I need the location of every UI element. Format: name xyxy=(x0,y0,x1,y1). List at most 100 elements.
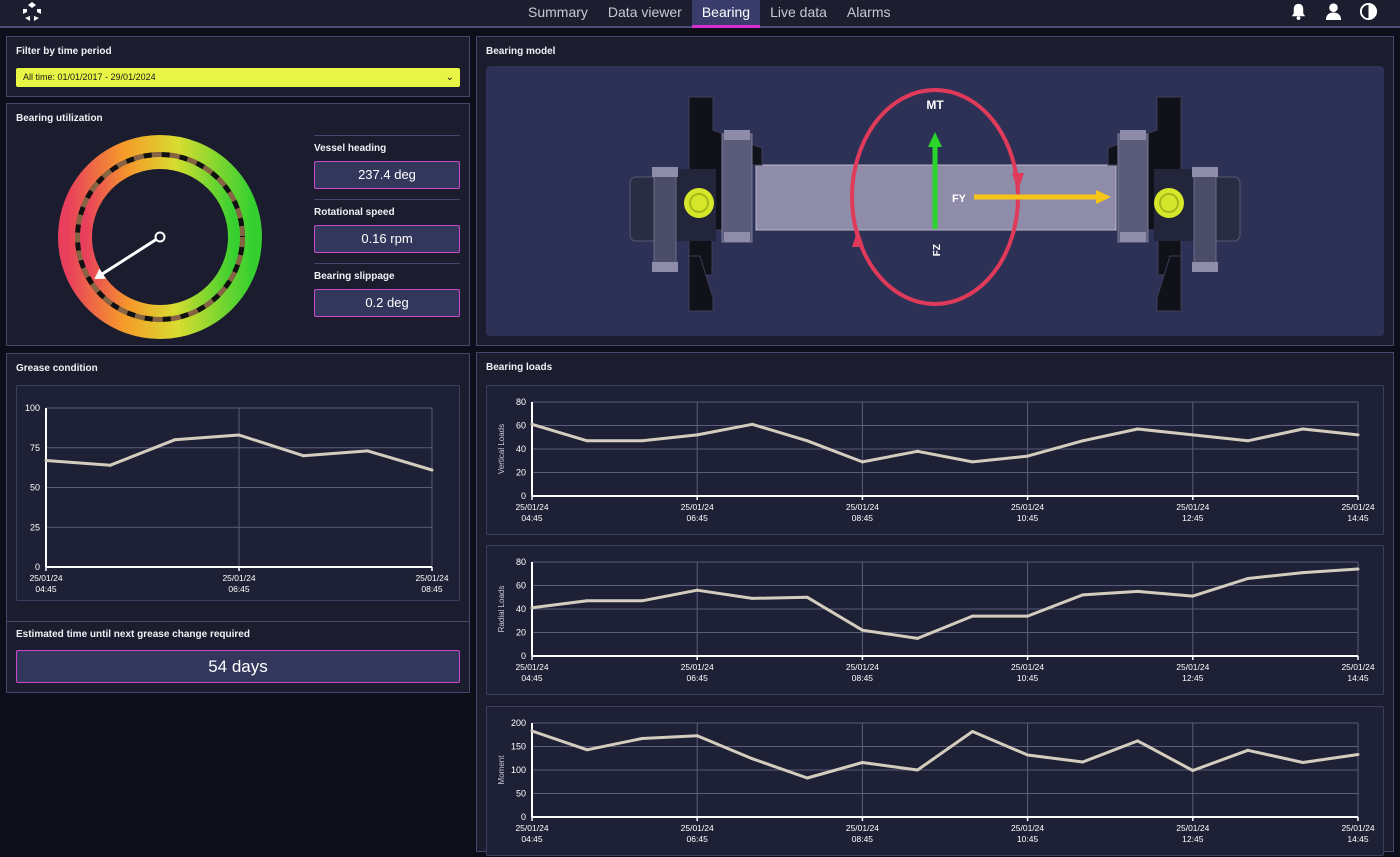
y-tick-label: 20 xyxy=(516,468,526,478)
data-point xyxy=(1136,427,1140,431)
filter-panel: Filter by time period All time: 01/01/20… xyxy=(6,36,470,97)
data-point xyxy=(1081,593,1085,597)
y-tick-label: 25 xyxy=(30,522,40,532)
data-point xyxy=(530,606,534,610)
x-tick-label: 06:45 xyxy=(687,673,709,683)
tab-live-data[interactable]: Live data xyxy=(760,0,837,28)
data-point xyxy=(640,439,644,443)
logo-icon[interactable] xyxy=(21,1,43,23)
grease-panel: Grease condition 0 25 50 75 100 25/01/24 04:45… xyxy=(6,353,470,693)
x-tick-label: 25/01/24 xyxy=(1011,823,1044,833)
bearing-diagram: MT FY FZ xyxy=(629,88,1241,312)
y-tick-label: 0 xyxy=(35,562,40,572)
y-tick-label: 40 xyxy=(516,604,526,614)
x-tick-label: 25/01/24 xyxy=(681,823,714,833)
x-tick-label: 25/01/24 xyxy=(681,502,714,512)
data-point xyxy=(695,588,699,592)
bearing-model-panel: Bearing model MT FY FZ xyxy=(476,36,1394,346)
data-point xyxy=(916,768,919,772)
radial-loads-chart: 0 20 40 60 80 25/01/24 04:45 25/01/24 06:45 25/01… xyxy=(486,545,1384,695)
x-tick-label: 25/01/24 xyxy=(1176,823,1209,833)
tab-alarms[interactable]: Alarms xyxy=(837,0,901,28)
x-tick-label: 25/01/24 xyxy=(846,502,879,512)
y-tick-label: 0 xyxy=(521,651,526,661)
x-tick-label: 08:45 xyxy=(421,584,443,594)
fy-label: FY xyxy=(952,193,967,205)
y-tick-label: 60 xyxy=(516,421,526,431)
data-point xyxy=(1191,769,1195,772)
data-point xyxy=(585,599,589,603)
x-tick-label: 10:45 xyxy=(1017,834,1039,844)
x-tick-label: 06:45 xyxy=(687,513,709,523)
x-tick-label: 25/01/24 xyxy=(515,502,548,512)
data-point xyxy=(1026,454,1030,458)
data-point xyxy=(585,439,589,443)
data-point xyxy=(750,757,754,761)
tab-data-viewer[interactable]: Data viewer xyxy=(598,0,692,28)
data-point xyxy=(1026,614,1030,618)
y-tick-label: 40 xyxy=(516,444,526,454)
grease-chart: 0 25 50 75 100 25/01/24 04:45 25/01/24 06:45 25/0… xyxy=(16,385,460,601)
tab-summary[interactable]: Summary xyxy=(518,0,598,28)
x-tick-label: 14:45 xyxy=(1347,673,1369,683)
data-point xyxy=(971,460,974,464)
fz-label: FZ xyxy=(932,244,943,256)
x-tick-label: 14:45 xyxy=(1347,513,1369,523)
data-point xyxy=(1356,567,1360,571)
vessel-heading-metric: Vessel heading 237.4 deg xyxy=(314,135,460,189)
x-tick-label: 14:45 xyxy=(1347,834,1369,844)
x-tick-label: 08:45 xyxy=(852,513,874,523)
y-tick-label: 80 xyxy=(516,557,526,567)
y-tick-label: 0 xyxy=(521,812,526,822)
data-point xyxy=(430,468,434,472)
x-tick-label: 12:45 xyxy=(1182,834,1204,844)
grease-estimate-label: Estimated time until next grease change … xyxy=(16,629,250,640)
x-tick-label: 25/01/24 xyxy=(1341,502,1374,512)
y-axis-label: Radial Loads xyxy=(497,586,506,633)
data-point xyxy=(237,433,241,437)
bearing-model-title: Bearing model xyxy=(486,46,556,57)
grease-estimate-value: 54 days xyxy=(16,650,460,683)
data-point xyxy=(1081,439,1085,443)
data-point xyxy=(108,463,112,467)
x-tick-label: 06:45 xyxy=(228,584,250,594)
user-icon[interactable] xyxy=(1324,2,1343,21)
x-tick-label: 04:45 xyxy=(521,673,543,683)
x-tick-label: 25/01/24 xyxy=(1341,823,1374,833)
utilization-panel: Bearing utilization Vessel heading 237.4… xyxy=(6,103,470,346)
data-point xyxy=(805,595,809,599)
data-point xyxy=(366,449,370,453)
time-period-value: All time: 01/01/2017 - 29/01/2024 xyxy=(23,72,156,82)
bell-icon[interactable] xyxy=(1289,2,1308,21)
data-point xyxy=(1246,748,1250,752)
x-tick-label: 25/01/24 xyxy=(1176,502,1209,512)
moment-chart: 0 50 100 150 200 25/01/24 04:45 25/01/24 06:45 25… xyxy=(486,706,1384,856)
data-point xyxy=(640,737,644,740)
tab-bearing[interactable]: Bearing xyxy=(691,0,761,28)
y-tick-label: 0 xyxy=(521,491,526,501)
y-axis-label: Moment xyxy=(497,755,506,785)
bearing-slippage-value: 0.2 deg xyxy=(314,289,460,317)
utilization-gauge xyxy=(58,135,262,339)
x-tick-label: 06:45 xyxy=(687,834,709,844)
x-tick-label: 08:45 xyxy=(852,673,874,683)
utilization-title: Bearing utilization xyxy=(16,113,103,124)
moment-arrow-left xyxy=(852,229,864,247)
data-point xyxy=(1026,753,1030,757)
grease-chart-svg: 025507510025/01/2404:4525/01/2406:4525/0… xyxy=(25,403,449,594)
bearing-model-view: MT FY FZ xyxy=(486,66,1384,336)
series-line xyxy=(531,422,1359,464)
data-point xyxy=(1246,439,1250,443)
rotational-speed-metric: Rotational speed 0.16 rpm xyxy=(314,199,460,253)
x-tick-label: 25/01/24 xyxy=(1341,662,1374,672)
x-tick-label: 25/01/24 xyxy=(515,823,548,833)
data-point xyxy=(1136,589,1140,593)
x-tick-label: 25/01/24 xyxy=(415,573,448,583)
data-point xyxy=(1081,760,1085,764)
y-tick-label: 75 xyxy=(30,443,40,453)
time-period-select[interactable]: All time: 01/01/2017 - 29/01/2024 ⌄ xyxy=(16,68,460,87)
contrast-icon[interactable] xyxy=(1359,2,1378,21)
y-tick-label: 20 xyxy=(516,628,526,638)
vessel-heading-value: 237.4 deg xyxy=(314,161,460,189)
bearing-loads-panel: Bearing loads 0 20 40 60 80 25/01/24 04:45 25/0… xyxy=(476,352,1394,856)
